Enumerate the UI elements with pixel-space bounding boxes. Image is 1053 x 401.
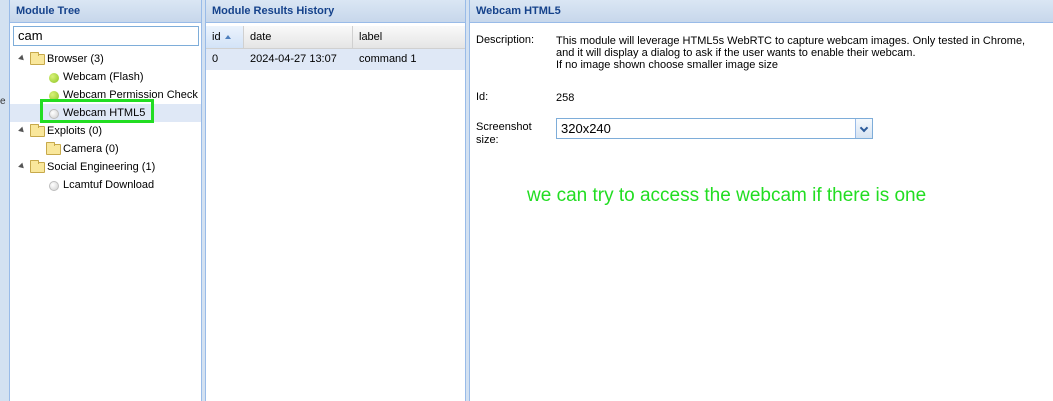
chevron-down-icon[interactable] [855, 119, 872, 138]
module-tree-title: Module Tree [10, 0, 201, 23]
cell-date: 2024-04-27 13:07 [250, 53, 337, 65]
description-label: Description: [476, 34, 535, 46]
id-value: 258 [556, 92, 575, 104]
folder-icon [30, 124, 45, 137]
results-history-panel: Module Results History id date label 0 2… [205, 0, 466, 401]
tree-folder-exploits[interactable]: Exploits (0) [16, 122, 201, 140]
screenshot-size-value: 320x240 [561, 121, 611, 136]
expand-arrow-icon[interactable] [18, 54, 26, 63]
sort-ascending-icon [224, 35, 231, 40]
folder-icon [30, 52, 45, 65]
cell-id: 0 [212, 53, 219, 65]
table-row[interactable]: 0 2024-04-27 13:07 command 1 [206, 49, 465, 70]
folder-icon [30, 160, 45, 173]
tree-item-lcamtuf-download[interactable]: Lcamtuf Download [16, 176, 201, 194]
results-history-title: Module Results History [206, 0, 465, 23]
annotation-text: we can try to access the webcam if there… [527, 185, 927, 206]
module-detail-title: Webcam HTML5 [470, 0, 1053, 23]
module-search-input[interactable]: cam [13, 26, 199, 46]
module-detail-panel: Webcam HTML5 Description: This module wi… [469, 0, 1053, 401]
tree-folder-social-engineering[interactable]: Social Engineering (1) [16, 158, 201, 176]
id-label: Id: [476, 91, 489, 103]
tree-folder-browser[interactable]: Browser (3) [16, 50, 201, 68]
expand-arrow-icon[interactable] [18, 126, 26, 135]
results-grid-header: id date label [206, 26, 465, 49]
green-highlight-box [40, 99, 154, 123]
column-header-id[interactable]: id [206, 26, 244, 48]
expand-arrow-icon[interactable] [18, 162, 26, 171]
column-header-date[interactable]: date [244, 26, 353, 48]
screenshot-size-select[interactable]: 320x240 [556, 118, 873, 139]
folder-icon [46, 142, 61, 155]
status-green-icon [49, 73, 59, 83]
module-tree-panel: Module Tree cam Browser (3) Webcam (Flas… [9, 0, 202, 401]
description-text: This module will leverage HTML5s WebRTC … [556, 35, 1026, 71]
cell-label: command 1 [359, 53, 417, 65]
screenshot-size-label: Screenshot size: [476, 121, 532, 146]
tree-folder-camera[interactable]: Camera (0) [16, 140, 201, 158]
tree-item-webcam-flash[interactable]: Webcam (Flash) [16, 68, 201, 86]
status-white-icon [49, 181, 59, 191]
edge-text-fragment: e [0, 96, 6, 107]
column-header-label[interactable]: label [353, 26, 465, 48]
